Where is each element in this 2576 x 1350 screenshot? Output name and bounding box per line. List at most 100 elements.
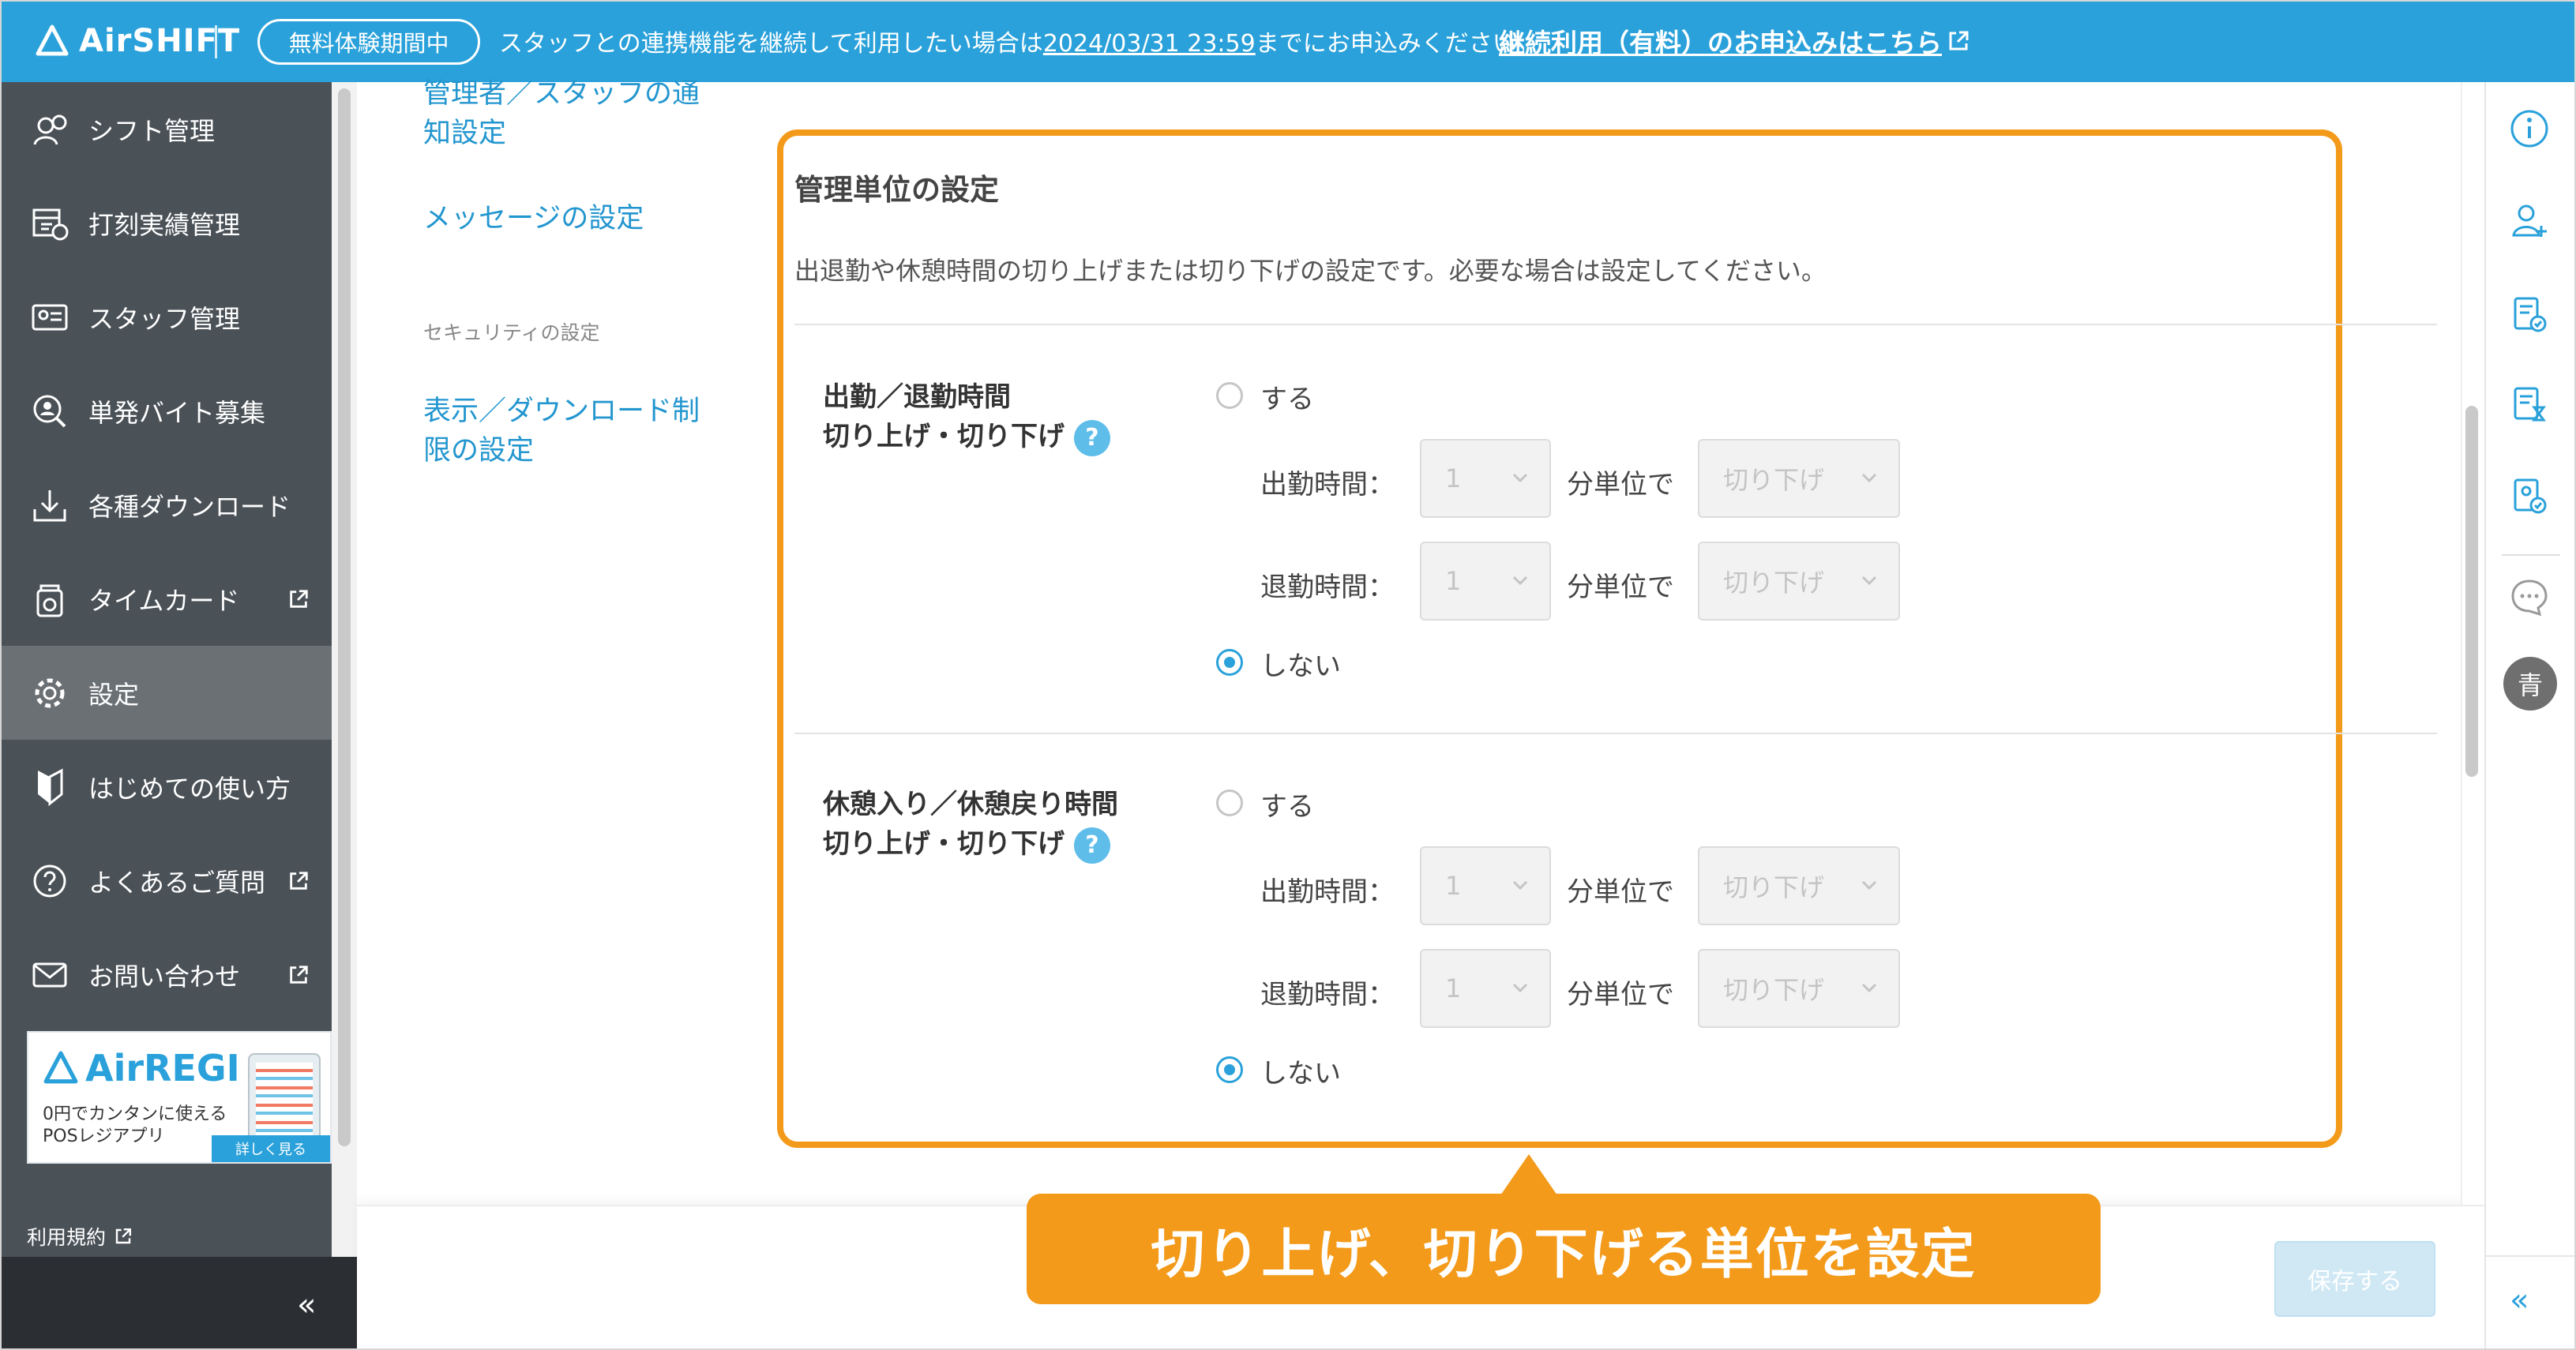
sidebar-scrollbar-thumb[interactable] <box>338 88 351 1146</box>
chevron-down-icon <box>1861 576 1877 586</box>
pending-icon[interactable] <box>2508 384 2551 426</box>
sidebar-item-recruit[interactable]: 単発バイト募集 <box>0 364 332 458</box>
sidebar-item-download[interactable]: 各種ダウンロード <box>0 458 332 552</box>
external-link-icon <box>290 871 308 890</box>
select-value: 切り下げ <box>1723 568 1825 598</box>
clock-out-label: 退勤時間： <box>1260 979 1395 1011</box>
break-start-rounding-select[interactable]: 切り下げ <box>1698 846 1900 925</box>
sidebar-item-shift[interactable]: シフト管理 <box>0 82 332 176</box>
sidebar-item-faq[interactable]: よくあるご質問 <box>0 834 332 928</box>
section-title-line2: 切り上げ・切り下げ? <box>823 417 1110 456</box>
question-icon <box>33 864 66 897</box>
minute-unit-label: 分単位で <box>1567 876 1674 908</box>
save-button[interactable]: 保存する <box>2274 1241 2435 1317</box>
select-value: 1 <box>1445 973 1462 1003</box>
submenu-message-settings[interactable]: メッセージの設定 <box>423 199 644 238</box>
help-icon[interactable]: ? <box>1074 827 1110 864</box>
avatar[interactable]: 青 <box>2503 657 2557 711</box>
section-title-line1: 休憩入り／休憩戻り時間 <box>823 789 1118 820</box>
section-title-line2-text: 切り上げ・切り下げ <box>823 828 1065 860</box>
sidebar-item-label: よくあるご質問 <box>88 867 266 898</box>
content-scrollbar-thumb[interactable] <box>2465 406 2478 777</box>
download-icon <box>33 489 66 521</box>
minute-unit-label: 分単位で <box>1567 469 1674 501</box>
radio-disable-break[interactable] <box>1216 1056 1243 1083</box>
submenu-notification-line1: 管理者／スタッフの通 <box>423 78 700 110</box>
submenu-security-caption: セキュリティの設定 <box>423 321 600 344</box>
external-link-icon <box>115 1228 132 1244</box>
chevron-down-icon <box>1512 880 1528 891</box>
submenu-display-line2: 限の設定 <box>423 435 535 467</box>
airregi-ad-banner[interactable]: AirREGI 0円でカンタンに使える POSレジアプリ 詳しく見る <box>27 1031 332 1164</box>
timecard-icon <box>36 584 63 617</box>
help-icon[interactable]: ? <box>1074 419 1110 456</box>
section-title-clock-in-out: 出勤／退勤時間 切り上げ・切り下げ? <box>823 377 1110 456</box>
sidebar-item-staff[interactable]: スタッフ管理 <box>0 270 332 364</box>
radio-disable-label: しない <box>1260 651 1341 682</box>
select-value: 1 <box>1445 566 1462 596</box>
approval-icon[interactable] <box>2508 475 2551 518</box>
pos-device-illustration <box>248 1053 321 1146</box>
sidebar-item-timecard[interactable]: タイムカード <box>0 552 332 646</box>
radio-enable-clock-in-out[interactable] <box>1216 382 1243 409</box>
sidebar-item-label: タイムカード <box>88 585 240 616</box>
clock-out-label: 退勤時間： <box>1260 572 1395 603</box>
clock-in-rounding-select[interactable]: 切り下げ <box>1698 439 1900 518</box>
chevron-down-icon <box>1861 880 1877 891</box>
chevron-down-icon <box>1861 983 1877 993</box>
submenu-notification-settings[interactable]: 管理者／スタッフの通 知設定 <box>423 74 700 153</box>
logo-divider <box>215 25 217 58</box>
sidebar-item-label: スタッフ管理 <box>88 303 241 334</box>
sidebar-item-contact[interactable]: お問い合わせ <box>0 928 332 1022</box>
clock-in-minutes-select[interactable]: 1 <box>1420 439 1551 518</box>
chevron-down-icon <box>1512 983 1528 993</box>
double-chevron-left-icon: « <box>2510 1282 2529 1318</box>
card-description: 出退勤や休憩時間の切り上げまたは切り下げの設定です。必要な場合は設定してください… <box>794 256 1827 286</box>
airregi-more-button[interactable]: 詳しく見る <box>212 1135 330 1162</box>
sidebar-item-label: お問い合わせ <box>88 961 241 992</box>
section-title-line1: 出勤／退勤時間 <box>823 381 1011 413</box>
clock-out-minutes-select[interactable]: 1 <box>1420 542 1551 621</box>
gear-icon <box>35 678 65 707</box>
select-value: 切り下げ <box>1723 975 1825 1005</box>
clock-out-rounding-select[interactable]: 切り下げ <box>1698 542 1900 621</box>
banner-message: スタッフとの連携機能を継続して利用したい場合は2024/03/31 23:59ま… <box>499 24 1540 58</box>
beginner-icon <box>38 768 63 806</box>
chat-icon[interactable] <box>2508 576 2551 619</box>
airshift-logo[interactable]: AirSHIFT <box>35 21 240 62</box>
continue-subscription-link[interactable]: 継続利用（有料）のお申込みはこちら <box>1499 22 1970 60</box>
sidebar-collapse-button[interactable]: « <box>0 1257 357 1350</box>
airregi-copy-line2: POSレジアプリ <box>43 1127 165 1146</box>
submenu-display-line1: 表示／ダウンロード制 <box>423 396 700 427</box>
submenu-display-download-limit[interactable]: 表示／ダウンロード制 限の設定 <box>423 392 700 471</box>
top-banner: AirSHIFT 無料体験期間中 スタッフとの連携機能を継続して利用したい場合は… <box>0 0 2576 82</box>
break-end-rounding-select[interactable]: 切り下げ <box>1698 949 1900 1028</box>
airregi-logo-icon <box>43 1051 78 1084</box>
section-title-break: 休憩入り／休憩戻り時間 切り上げ・切り下げ? <box>823 785 1118 864</box>
sidebar-item-beginner[interactable]: はじめての使い方 <box>0 740 332 834</box>
airregi-logo: AirREGI <box>43 1047 240 1089</box>
terms-link[interactable]: 利用規約 <box>27 1222 133 1251</box>
sidebar-item-label: 単発バイト募集 <box>88 397 266 428</box>
break-start-minutes-select[interactable]: 1 <box>1420 846 1551 925</box>
info-icon[interactable] <box>2508 107 2551 150</box>
sidebar-item-settings[interactable]: 設定 <box>0 646 332 740</box>
radio-enable-break[interactable] <box>1216 789 1243 816</box>
chevron-down-icon <box>1512 576 1528 586</box>
airregi-copy-line1: 0円でカンタンに使える <box>43 1104 227 1124</box>
radio-disable-clock-in-out[interactable] <box>1216 649 1243 676</box>
break-end-minutes-select[interactable]: 1 <box>1420 949 1551 1028</box>
callout-pointer <box>1500 1154 1557 1195</box>
double-chevron-left-icon: « <box>297 1287 317 1323</box>
checklist-icon[interactable] <box>2508 294 2551 336</box>
select-value: 1 <box>1445 463 1462 493</box>
airshift-logo-icon <box>36 24 69 56</box>
recruit-icon <box>33 395 66 427</box>
add-user-icon[interactable] <box>2508 199 2551 242</box>
sidebar-item-timestamp[interactable]: 打刻実績管理 <box>0 176 332 270</box>
airregi-copy: 0円でカンタンに使える POSレジアプリ <box>43 1104 227 1148</box>
sidebar-item-label: 各種ダウンロード <box>88 491 291 522</box>
sidebar-item-label: シフト管理 <box>88 115 216 146</box>
right-panel-collapse-button[interactable]: « <box>2484 1255 2576 1350</box>
section-title-line2: 切り上げ・切り下げ? <box>823 824 1118 864</box>
